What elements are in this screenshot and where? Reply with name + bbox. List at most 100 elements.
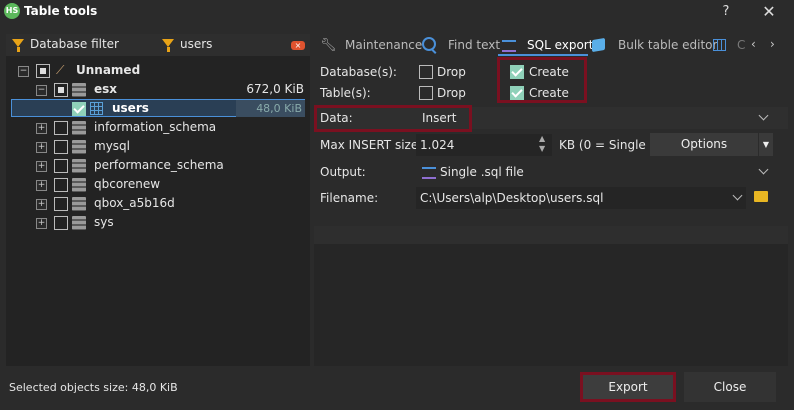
status-text: Selected objects size: 48,0 KiB <box>9 381 178 394</box>
checkbox[interactable] <box>54 197 68 211</box>
data-select[interactable]: Insert <box>422 111 456 125</box>
search-icon-handle <box>431 49 437 54</box>
tree-item-performance-schema[interactable]: + performance_schema <box>36 156 308 175</box>
options-button[interactable]: Options <box>650 133 758 156</box>
create-table-checkbox[interactable] <box>510 86 524 100</box>
tree-item-sys[interactable]: + sys <box>36 213 308 232</box>
database-icon <box>72 121 86 135</box>
tree-item-users[interactable]: users 48,0 KiB <box>54 99 306 118</box>
tree-item-qbcorenew[interactable]: + qbcorenew <box>36 175 308 194</box>
spinner-icon[interactable]: ▲ ▼ <box>539 134 545 154</box>
max-insert-label: Max INSERT size: <box>320 138 423 152</box>
filename-input[interactable]: C:\Users\alp\Desktop\users.sql <box>416 187 746 209</box>
folder-icon[interactable] <box>754 191 768 202</box>
tree-item-qbox[interactable]: + qbox_a5b16d <box>36 194 308 213</box>
table-icon <box>90 102 103 115</box>
checkbox[interactable] <box>54 216 68 230</box>
checkbox-users[interactable] <box>72 102 86 116</box>
data-label: Data: <box>320 111 353 125</box>
expand-icon[interactable]: + <box>36 218 47 229</box>
database-icon <box>72 159 86 173</box>
output-icon <box>422 167 436 179</box>
database-icon <box>72 140 86 154</box>
app-icon: HS <box>4 3 20 19</box>
collapse-icon[interactable]: − <box>18 66 29 77</box>
expand-icon[interactable]: + <box>36 199 47 210</box>
server-icon: ⟋ <box>56 63 65 77</box>
checkbox[interactable] <box>54 159 68 173</box>
checkbox-esx[interactable] <box>54 83 68 97</box>
tree-item-information-schema[interactable]: + information_schema <box>36 118 308 137</box>
max-insert-input[interactable]: 1.024 <box>416 134 552 156</box>
funnel-icon <box>12 39 24 52</box>
filter-bar: Database filter users × <box>6 34 310 56</box>
drop-table-label: Drop <box>437 86 466 100</box>
help-button[interactable]: ? <box>716 2 736 22</box>
tree-label: esx <box>94 82 118 96</box>
close-button[interactable]: Close <box>684 372 776 402</box>
expand-icon[interactable]: + <box>36 180 47 191</box>
create-database-label: Create <box>529 65 569 79</box>
collapse-icon[interactable]: − <box>36 85 47 96</box>
checkbox-unnamed[interactable] <box>36 64 50 78</box>
database-filter-input[interactable]: Database filter <box>30 37 119 51</box>
create-table-label: Create <box>529 86 569 100</box>
tree-label: qbox_a5b16d <box>94 196 175 210</box>
grid-icon <box>713 39 726 51</box>
options-dropdown-icon[interactable]: ▼ <box>759 133 773 156</box>
tree-label: Unnamed <box>76 63 141 77</box>
filename-label: Filename: <box>320 191 379 205</box>
tree-item-unnamed[interactable]: − ⟋ Unnamed <box>18 61 308 80</box>
checkbox[interactable] <box>54 178 68 192</box>
table-filter-input[interactable]: users <box>180 37 212 51</box>
export-button[interactable]: Export <box>580 372 676 402</box>
output-label: Output: <box>320 165 366 179</box>
tab-sql-export[interactable]: SQL export <box>527 38 593 52</box>
output-select[interactable]: Single .sql file <box>440 165 524 179</box>
tables-label: Table(s): <box>320 86 371 100</box>
database-icon <box>72 197 86 211</box>
tree-label: information_schema <box>94 120 217 134</box>
title-bar: HS Table tools ? ✕ <box>0 0 794 24</box>
tree-label: users <box>112 101 149 115</box>
database-icon <box>72 83 86 97</box>
size-label: 672,0 KiB <box>246 82 304 96</box>
tab-scroll-left-icon[interactable]: ‹ <box>751 37 756 51</box>
create-database-checkbox[interactable] <box>510 65 524 79</box>
log-area <box>314 226 788 366</box>
clear-filter-icon[interactable]: × <box>291 41 305 50</box>
export-arrows-icon <box>502 40 516 52</box>
drop-table-checkbox[interactable] <box>419 86 433 100</box>
tree-item-mysql[interactable]: + mysql <box>36 137 308 156</box>
tab-maintenance[interactable]: Maintenance <box>345 38 422 52</box>
tab-find-text[interactable]: Find text <box>448 38 500 52</box>
checkbox[interactable] <box>54 121 68 135</box>
wrench-icon: 🔧︎ <box>320 38 337 53</box>
expand-icon[interactable]: + <box>36 161 47 172</box>
tab-scroll-right-icon[interactable]: › <box>770 37 775 51</box>
database-icon <box>72 216 86 230</box>
tree-label: sys <box>94 215 114 229</box>
table-filter-funnel-icon <box>162 39 174 52</box>
output-dropdown-chevron-icon[interactable] <box>758 164 769 175</box>
drop-database-checkbox[interactable] <box>419 65 433 79</box>
expand-icon[interactable]: + <box>36 123 47 134</box>
tree-item-esx[interactable]: − esx 672,0 KiB <box>36 80 308 99</box>
active-tab-underline <box>498 54 588 56</box>
window-title: Table tools <box>24 4 98 18</box>
database-icon <box>72 178 86 192</box>
drop-database-label: Drop <box>437 65 466 79</box>
cube-icon <box>592 37 605 53</box>
log-header <box>314 226 788 244</box>
tab-bulk-table-editor[interactable]: Bulk table editor <box>618 38 717 52</box>
tree-label: performance_schema <box>94 158 224 172</box>
expand-icon[interactable]: + <box>36 142 47 153</box>
tree-label: qbcorenew <box>94 177 161 191</box>
databases-label: Database(s): <box>320 65 397 79</box>
size-label: 48,0 KiB <box>236 100 305 117</box>
checkbox[interactable] <box>54 140 68 154</box>
close-window-button[interactable]: ✕ <box>758 2 780 22</box>
search-icon <box>422 37 436 51</box>
tab-partial[interactable]: C <box>737 38 745 52</box>
tree-label: mysql <box>94 139 130 153</box>
